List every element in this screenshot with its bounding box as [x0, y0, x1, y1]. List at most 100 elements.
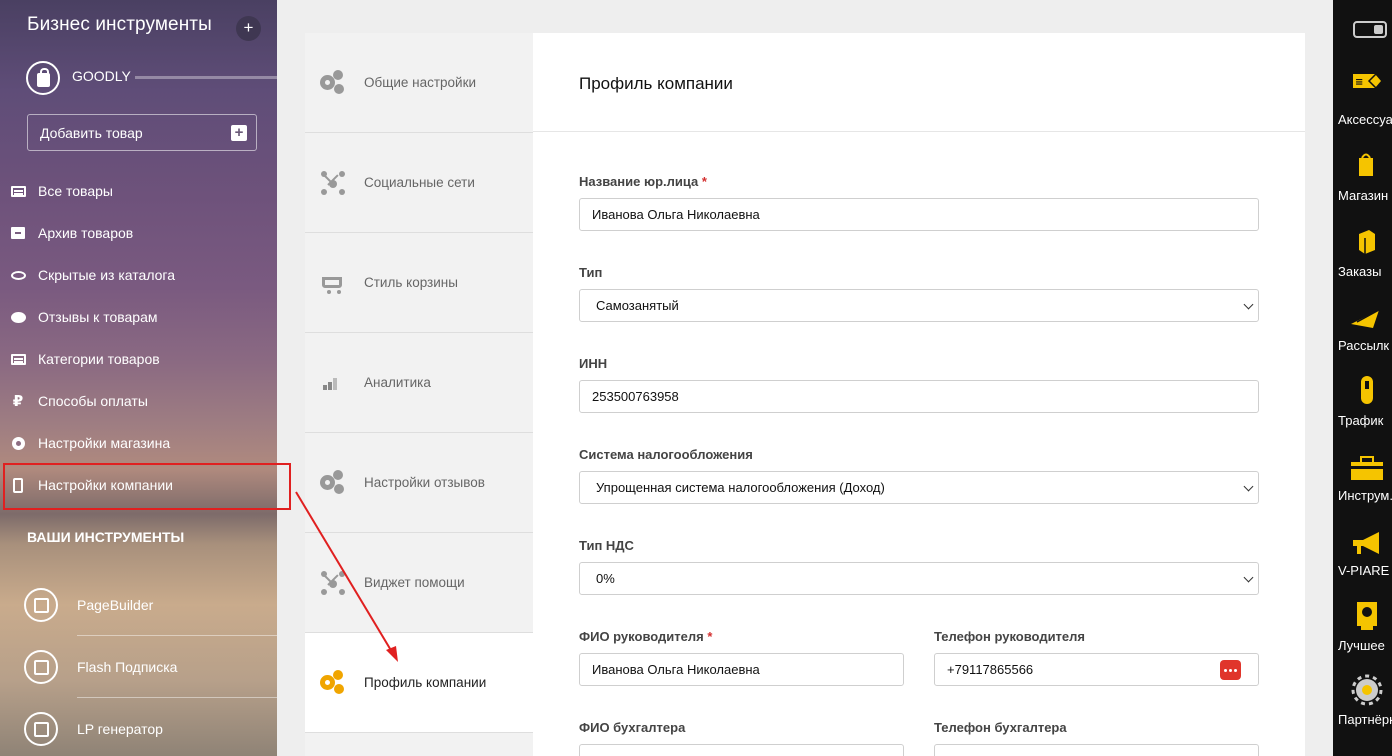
sidebar-item-label: Категории товаров [38, 351, 160, 367]
tab-help-widget[interactable]: Виджет помощи [305, 533, 533, 633]
megaphone-icon [1353, 532, 1379, 554]
chat-bubble-icon [10, 309, 26, 325]
tab-cart-style[interactable]: Стиль корзины [305, 233, 533, 333]
cart-icon [320, 270, 346, 296]
sidebar-item-label: Способы оплаты [38, 393, 148, 409]
legal-name-label: Название юр.лица * [579, 174, 707, 189]
rightbar-label: Магазин [1338, 188, 1389, 203]
archive-box-icon [10, 225, 26, 241]
add-product-label: Добавить товар [40, 125, 143, 141]
tab-analytics[interactable]: Аналитика [305, 333, 533, 433]
toggle-switch[interactable] [1353, 21, 1387, 38]
orders-icon [1359, 230, 1375, 254]
sidebar-item-label: Архив товаров [38, 225, 134, 241]
list-icon [10, 351, 26, 367]
rightbar-label: Трафик [1338, 413, 1384, 428]
sidebar-item-label: Скрытые из каталога [38, 267, 176, 283]
accountant-phone-field[interactable] [934, 744, 1259, 756]
tab-label: Аналитика [364, 375, 431, 390]
mailing-icon [1351, 309, 1380, 328]
sidebar-item-all-products[interactable]: Все товары [0, 176, 277, 206]
accountant-phone-label: Телефон бухгалтера [934, 720, 1067, 735]
gears-icon [320, 69, 346, 96]
tab-social-networks[interactable]: Социальные сети [305, 133, 533, 233]
sidebar-title: Бизнес инструменты [27, 14, 212, 35]
gears-icon [320, 469, 346, 496]
traffic-icon [1361, 376, 1373, 404]
legal-name-label-text: Название юр.лица [579, 174, 699, 189]
page-title: Профиль компании [579, 74, 733, 93]
sidebar-item-shop-settings[interactable]: Настройки магазина [0, 428, 277, 458]
director-name-field[interactable]: Иванова Ольга Николаевна [579, 653, 904, 686]
rightbar-label: Инструм. [1338, 488, 1392, 503]
tool-label: LP генератор [77, 721, 163, 737]
vat-type-select[interactable]: 0% [579, 562, 1259, 595]
tool-label: PageBuilder [77, 597, 154, 613]
sidebar-item-label: Все товары [38, 183, 113, 199]
tab-general-settings[interactable]: Общие настройки [305, 33, 533, 133]
tab-label: Стиль корзины [364, 275, 458, 290]
rightbar-label: Партнёрк [1338, 712, 1392, 727]
svg-text:≡: ≡ [1355, 77, 1363, 88]
shop-name[interactable]: GOODLY [72, 68, 131, 84]
sidebar: Бизнес инструменты + GOODLY Добавить тов… [0, 0, 277, 756]
director-name-label: ФИО руководителя * [579, 629, 712, 644]
tab-label: Социальные сети [364, 175, 475, 190]
bar-chart-icon [320, 370, 346, 396]
sidebar-item-payment[interactable]: ₽ Способы оплаты [0, 386, 277, 416]
tab-label: Профиль компании [364, 675, 487, 690]
partner-gear-icon [1351, 674, 1383, 706]
tab-label: Общие настройки [364, 75, 477, 90]
sidebar-item-reviews[interactable]: Отзывы к товарам [0, 302, 277, 332]
type-label: Тип [579, 265, 603, 280]
legal-name-field[interactable]: Иванова Ольга Николаевна [579, 198, 1259, 231]
tab-company-profile[interactable]: Профиль компании [305, 633, 533, 733]
settings-tabs: Общие настройки Социальные сети Стиль ко… [305, 33, 533, 756]
panel-header: Профиль компании [533, 33, 1305, 132]
sidebar-item-categories[interactable]: Категории товаров [0, 344, 277, 374]
right-toolbar: ≡ Аксессуа Магазин Заказы Рассылк Трафик… [1333, 0, 1392, 756]
company-profile-panel: Профиль компании Название юр.лица * Иван… [533, 33, 1305, 756]
vat-type-label: Тип НДС [579, 538, 634, 553]
pagebuilder-icon [24, 588, 58, 622]
rightbar-label: Лучшее [1338, 638, 1385, 653]
tool-pagebuilder[interactable]: PageBuilder [24, 574, 277, 636]
director-phone-value: +79117865566 [947, 662, 1034, 677]
type-select[interactable]: Самозанятый [579, 289, 1259, 322]
required-mark: * [701, 174, 707, 189]
tools-section-title: ВАШИ ИНСТРУМЕНТЫ [27, 529, 185, 545]
list-icon [10, 183, 26, 199]
chevron-down-icon [1243, 481, 1254, 492]
toolbox-icon [1351, 456, 1383, 480]
tax-system-select[interactable]: Упрощенная система налогообложения (Дохо… [579, 471, 1259, 504]
more-dots-icon[interactable] [1220, 660, 1241, 680]
director-name-label-text: ФИО руководителя [579, 629, 704, 644]
inn-field[interactable]: 253500763958 [579, 380, 1259, 413]
sidebar-item-label: Настройки магазина [38, 435, 171, 451]
rightbar-label: Заказы [1338, 264, 1382, 279]
sidebar-item-hidden[interactable]: Скрытые из каталога [0, 260, 277, 290]
sidebar-item-archive[interactable]: Архив товаров [0, 218, 277, 248]
gears-icon [320, 669, 346, 696]
vat-type-select-value: 0% [596, 571, 615, 586]
tab-review-settings[interactable]: Настройки отзывов [305, 433, 533, 533]
add-product-button[interactable]: Добавить товар + [27, 114, 257, 151]
chevron-down-icon [1243, 572, 1254, 583]
accountant-name-field[interactable] [579, 744, 904, 756]
tool-lp-generator[interactable]: LP генератор [24, 698, 277, 756]
plus-icon: + [231, 125, 247, 141]
director-phone-label: Телефон руководителя [934, 629, 1085, 644]
tool-flash-subscription[interactable]: Flash Подписка [24, 636, 277, 698]
tax-system-select-value: Упрощенная система налогообложения (Дохо… [596, 480, 885, 495]
director-phone-field[interactable]: +79117865566 [934, 653, 1259, 686]
best-icon [1357, 602, 1377, 630]
tool-label: Flash Подписка [77, 659, 178, 675]
inn-label: ИНН [579, 356, 608, 371]
flash-subscription-icon [24, 650, 58, 684]
shop-bag-icon[interactable] [26, 61, 60, 95]
lp-generator-icon [24, 712, 58, 746]
rightbar-label: Аксессуа [1338, 112, 1392, 127]
annotation-highlight-box [3, 463, 291, 510]
add-tool-button[interactable]: + [236, 16, 261, 41]
rightbar-label: Рассылк [1338, 338, 1390, 353]
